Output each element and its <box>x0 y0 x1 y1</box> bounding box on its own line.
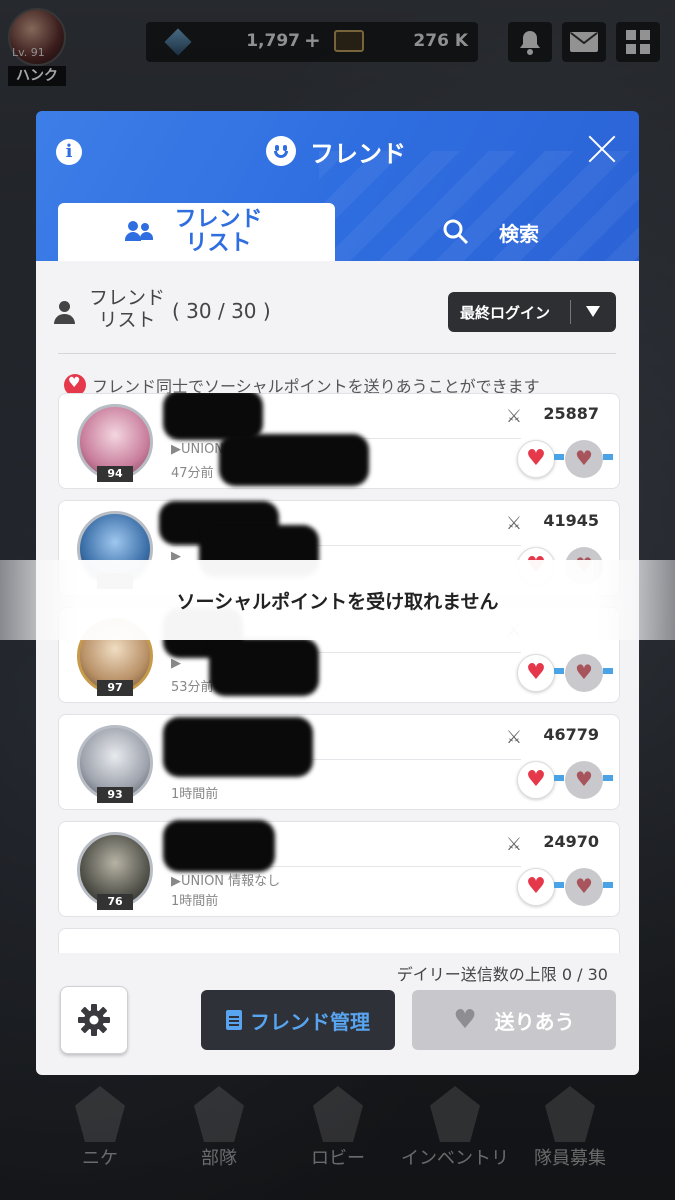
smile-icon <box>266 136 296 166</box>
friend-power: 41945 <box>543 511 599 530</box>
redaction <box>209 638 319 696</box>
sort-dropdown[interactable]: 最終ログイン <box>448 292 616 332</box>
friend-list[interactable]: 94 ▶UNION 47分前 ⚔ 25887 ♥ ♥ ▶ ⚔ 41945 97 … <box>58 393 620 953</box>
friend-last-login: 53分前 <box>171 680 214 695</box>
divider <box>58 353 616 354</box>
arrow-icon <box>603 454 613 460</box>
friend-power: 24970 <box>543 832 599 851</box>
friend-last-login: 1時間前 <box>171 894 219 909</box>
close-icon[interactable] <box>586 133 618 165</box>
arrow-icon <box>554 668 564 674</box>
tab-friend-list[interactable]: フレンド リスト <box>58 203 335 261</box>
redaction <box>163 820 275 872</box>
heart-icon: ♥ <box>453 1005 477 1035</box>
arrow-icon <box>554 775 564 781</box>
friend-level: 76 <box>97 894 133 910</box>
receive-heart-button[interactable]: ♥ <box>565 654 603 692</box>
friend-manage-label: フレンド管理 <box>250 1009 370 1034</box>
friend-last-login: 47分前 <box>171 466 214 481</box>
friends-icon <box>124 221 153 243</box>
person-icon <box>54 301 75 325</box>
arrow-icon <box>603 775 613 781</box>
arrow-icon <box>554 454 564 460</box>
list-count: ( 30 / 30 ) <box>172 299 271 323</box>
send-all-button[interactable]: ♥ 送りあう <box>412 990 616 1050</box>
power-icon: ⚔ <box>505 513 523 534</box>
info-icon[interactable]: i <box>56 139 82 165</box>
redaction <box>163 393 263 440</box>
search-icon <box>443 219 469 245</box>
friend-row[interactable]: 94 ▶UNION 47分前 ⚔ 25887 ♥ ♥ <box>58 393 620 489</box>
friend-level: 97 <box>97 680 133 696</box>
arrow-icon <box>603 882 613 888</box>
daily-limit: デイリー送信数の上限 0 / 30 <box>396 965 608 984</box>
friend-power: 25887 <box>543 404 599 423</box>
sort-label: 最終ログイン <box>460 304 551 322</box>
toast-text: ソーシャルポイントを受け取れません <box>176 590 499 613</box>
arrow-icon <box>554 882 564 888</box>
gear-icon <box>78 1004 110 1036</box>
list-title: フレンド リスト <box>88 287 165 331</box>
friend-union: ▶UNION <box>171 442 225 457</box>
friend-union: ▶UNION 情報なし <box>171 874 281 889</box>
redaction <box>163 717 313 777</box>
receive-heart-button[interactable]: ♥ <box>565 868 603 906</box>
dialog-header: i フレンド フレンド リスト 検索 <box>36 111 639 261</box>
friend-level: 93 <box>97 787 133 803</box>
send-all-label: 送りあう <box>494 1009 575 1034</box>
power-icon: ⚔ <box>505 834 523 855</box>
dialog-body: フレンド リスト ( 30 / 30 ) 最終ログイン フレンド同士でソーシャル… <box>36 261 639 1075</box>
friend-row[interactable] <box>58 928 620 953</box>
redaction <box>219 434 369 486</box>
power-icon: ⚔ <box>505 727 523 748</box>
friend-union: ▶ <box>171 656 181 671</box>
tab-friend-list-label: フレンド リスト <box>174 207 263 256</box>
send-heart-button[interactable]: ♥ <box>517 761 555 799</box>
friend-power: 46779 <box>543 725 599 744</box>
tab-search[interactable]: 検索 <box>376 203 606 261</box>
send-heart-button[interactable]: ♥ <box>517 868 555 906</box>
friend-row[interactable]: 93 1時間前 ⚔ 46779 ♥ ♥ <box>58 714 620 810</box>
power-icon: ⚔ <box>505 406 523 427</box>
friend-last-login: 1時間前 <box>171 787 219 802</box>
tab-search-label: 検索 <box>499 221 539 246</box>
chevron-down-icon <box>586 306 600 317</box>
send-heart-button[interactable]: ♥ <box>517 654 555 692</box>
send-heart-button[interactable]: ♥ <box>517 440 555 478</box>
dialog-title: フレンド <box>310 139 406 168</box>
arrow-icon <box>603 668 613 674</box>
sort-divider <box>570 300 571 324</box>
dialog-title-wrap: フレンド <box>266 135 406 168</box>
receive-heart-button[interactable]: ♥ <box>565 761 603 799</box>
friend-level: 94 <box>97 466 133 482</box>
settings-button[interactable] <box>60 986 128 1054</box>
friend-row[interactable]: 76 ▶UNION 情報なし 1時間前 ⚔ 24970 ♥ ♥ <box>58 820 620 917</box>
friend-manage-button[interactable]: フレンド管理 <box>201 990 395 1050</box>
document-icon <box>226 1010 242 1030</box>
toast-message: ソーシャルポイントを受け取れません <box>0 560 675 640</box>
receive-heart-button[interactable]: ♥ <box>565 440 603 478</box>
